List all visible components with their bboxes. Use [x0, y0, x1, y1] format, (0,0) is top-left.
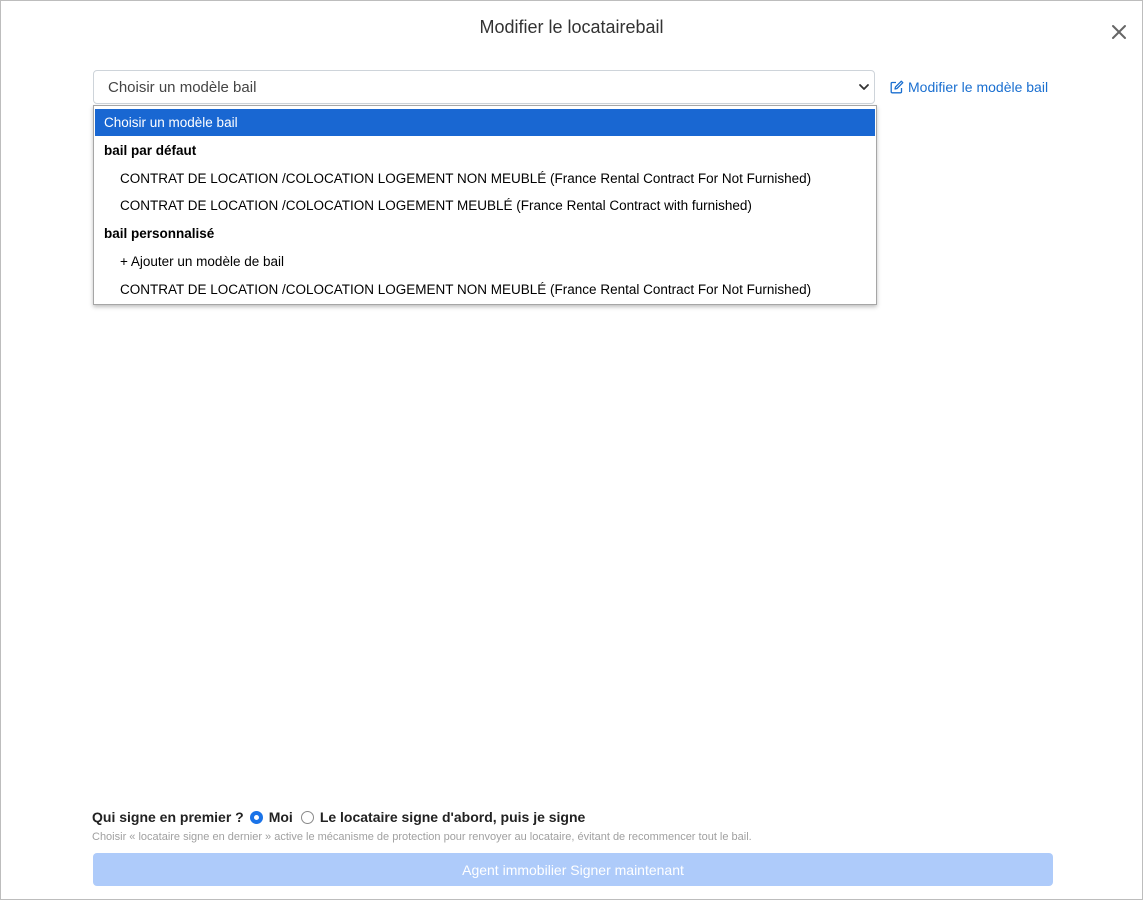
option-default-furnished[interactable]: CONTRAT DE LOCATION /COLOCATION LOGEMENT…: [95, 192, 875, 219]
edit-tenant-lease-modal: Modifier le locatairebail Choisir un mod…: [0, 0, 1143, 900]
lease-template-dropdown: Choisir un modèle bail bail par défaut C…: [93, 105, 877, 305]
lease-template-select[interactable]: Choisir un modèle bail: [93, 70, 875, 104]
signing-order-question: Qui signe en premier ?: [92, 809, 244, 825]
modal-title: Modifier le locatairebail: [479, 17, 664, 37]
sign-now-button[interactable]: Agent immobilier Signer maintenant: [93, 853, 1053, 886]
option-custom-non-furnished[interactable]: CONTRAT DE LOCATION /COLOCATION LOGEMENT…: [95, 276, 875, 303]
lease-template-select-value: Choisir un modèle bail: [108, 79, 257, 96]
signing-order-row: Qui signe en premier ? Moi Le locataire …: [92, 809, 585, 825]
edit-icon: [890, 80, 904, 94]
optgroup-custom: bail personnalisé: [104, 226, 215, 241]
option-add-template[interactable]: + Ajouter un modèle de bail: [95, 248, 875, 275]
chevron-down-icon: [859, 84, 869, 90]
option-placeholder[interactable]: Choisir un modèle bail: [95, 109, 875, 136]
optgroup-default: bail par défaut: [104, 143, 197, 158]
radio-tenant-first[interactable]: [300, 810, 314, 824]
radio-tenant-first-label[interactable]: Le locataire signe d'abord, puis je sign…: [320, 809, 586, 825]
edit-lease-template-label: Modifier le modèle bail: [908, 79, 1049, 95]
option-default-non-furnished[interactable]: CONTRAT DE LOCATION /COLOCATION LOGEMENT…: [95, 165, 875, 192]
edit-lease-template-link[interactable]: Modifier le modèle bail: [890, 79, 1048, 95]
close-button[interactable]: [1106, 19, 1132, 45]
radio-sign-me-first-label[interactable]: Moi: [269, 809, 293, 825]
close-icon: [1112, 25, 1126, 39]
radio-sign-me-first[interactable]: [249, 810, 263, 824]
signing-help-text: Choisir « locataire signe en dernier » a…: [92, 831, 752, 843]
